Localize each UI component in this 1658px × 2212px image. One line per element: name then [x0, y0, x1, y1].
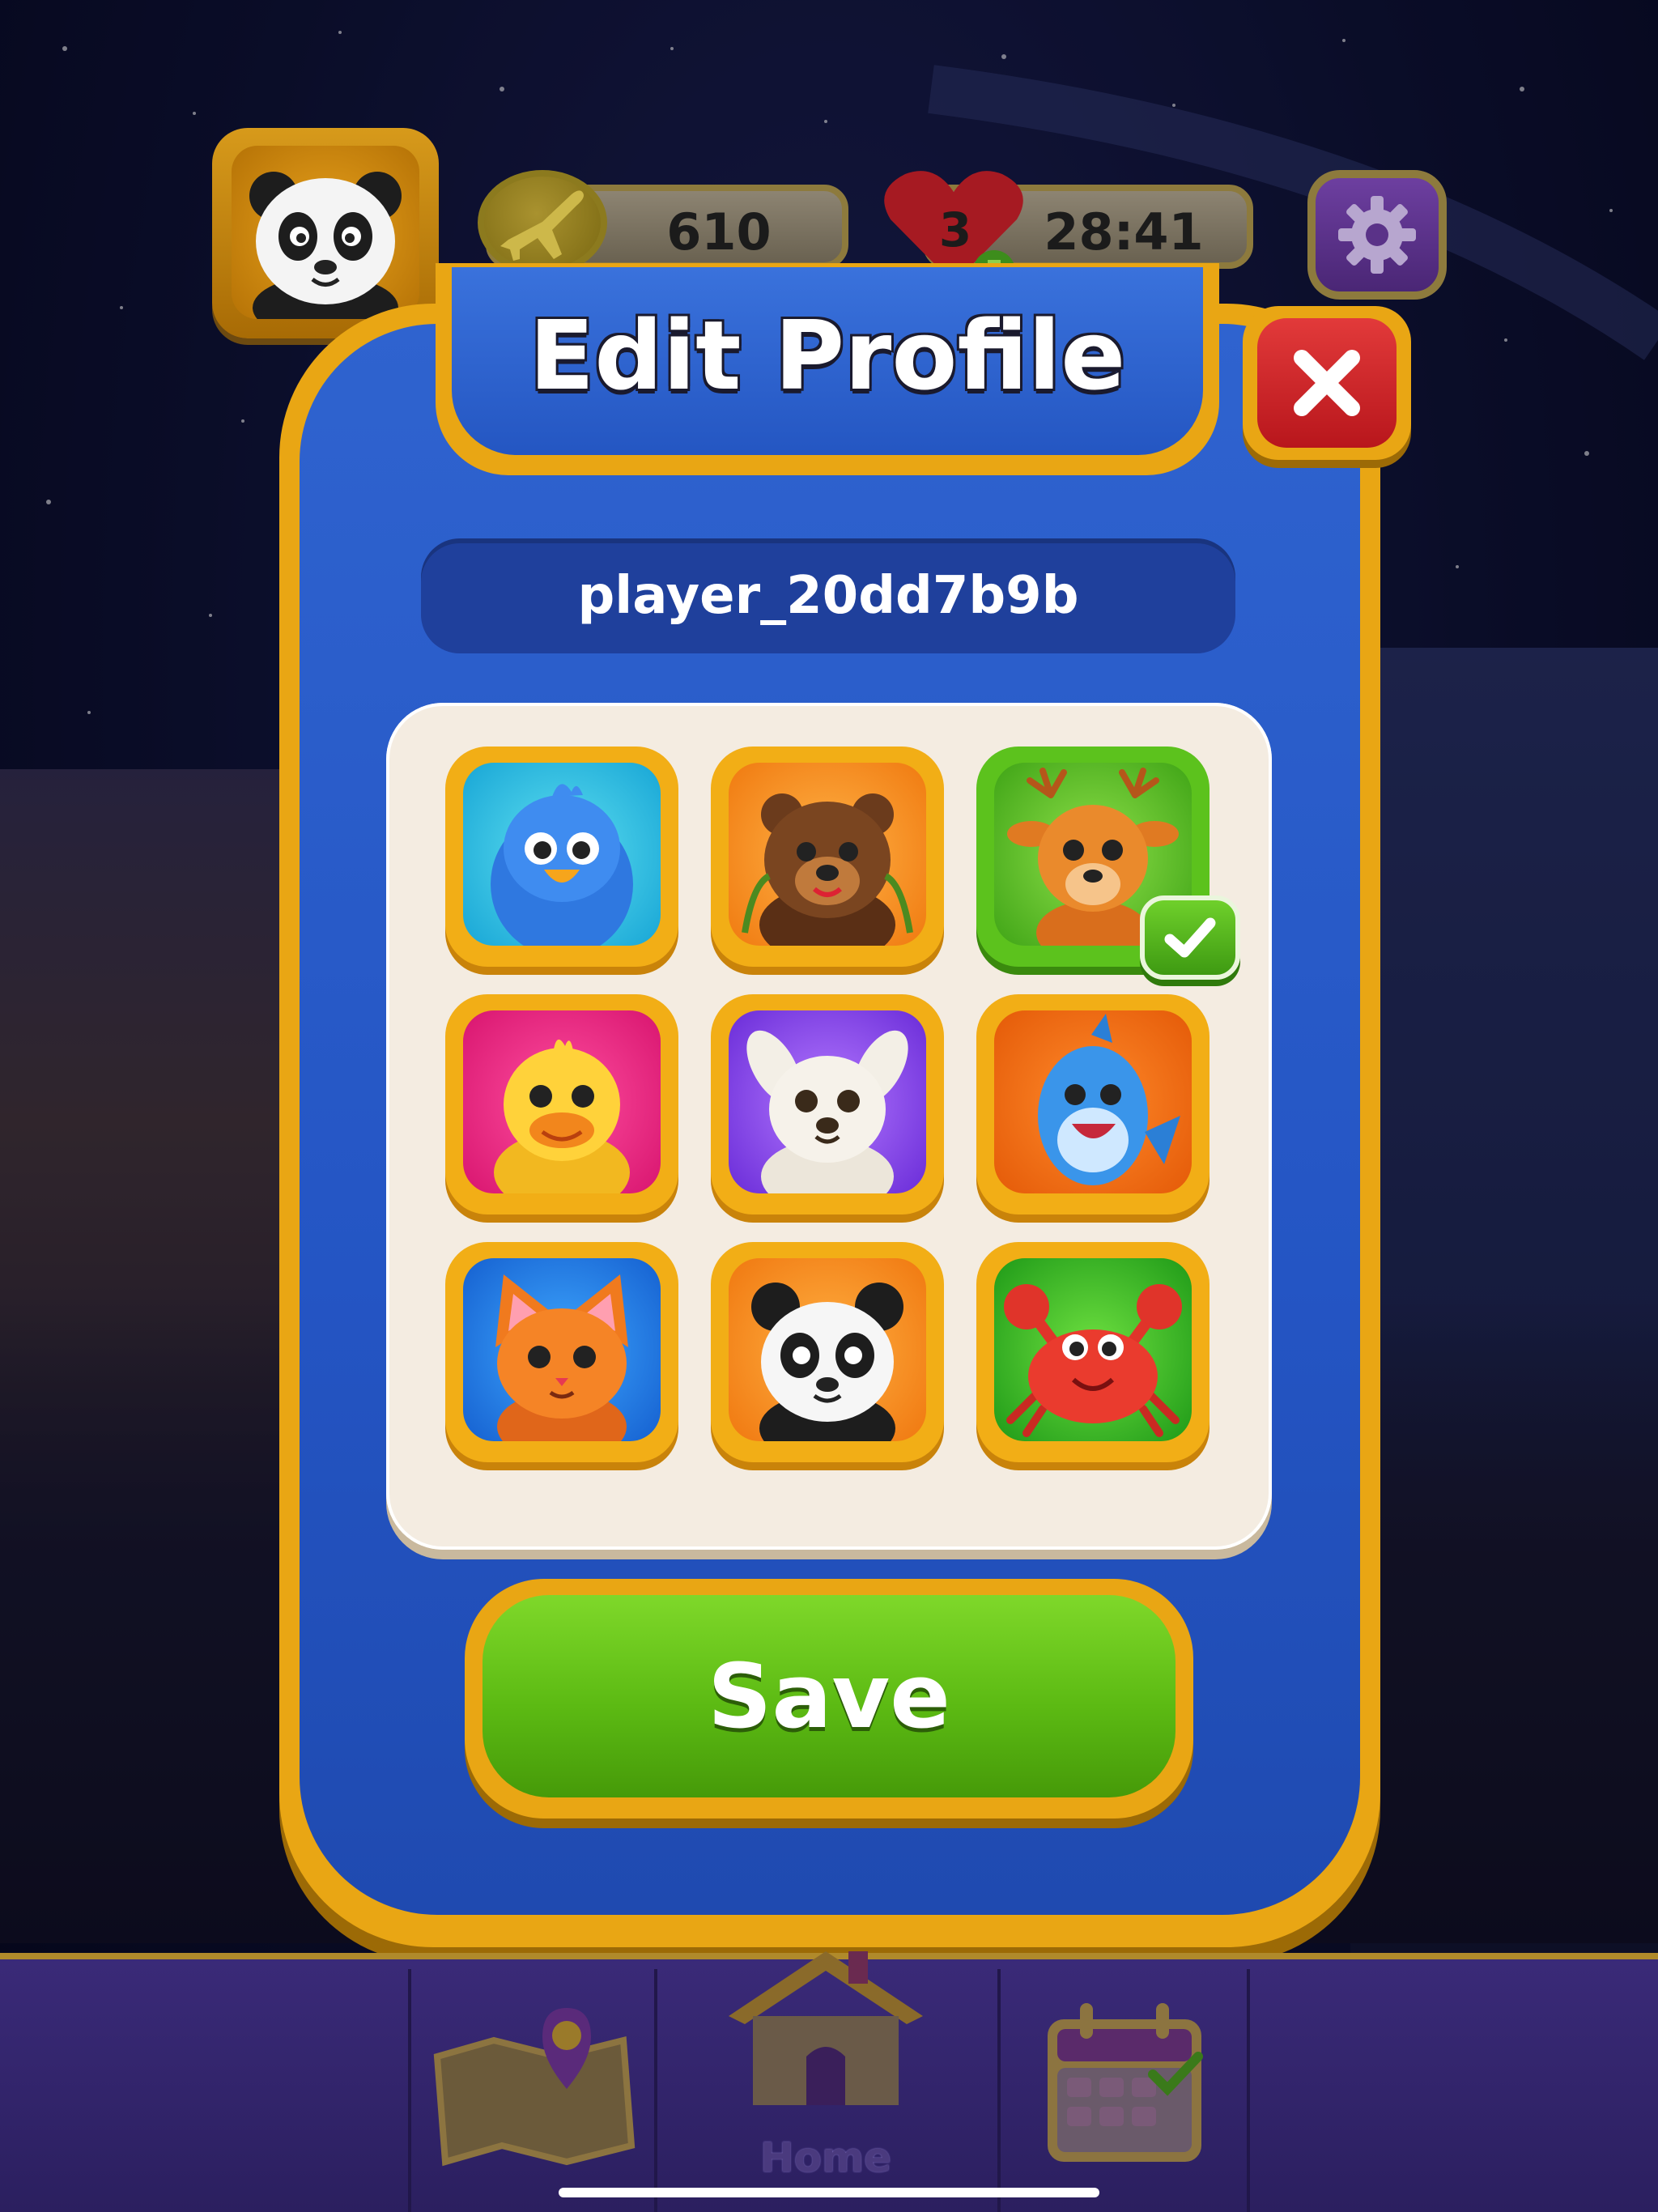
plane-coin-icon	[478, 170, 607, 275]
brown-bear-icon	[742, 793, 913, 946]
settings-button[interactable]	[1307, 170, 1447, 300]
calendar-icon	[1048, 2003, 1203, 2162]
orange-cat-icon	[495, 1274, 628, 1441]
save-button-label[interactable]: Save	[483, 1595, 1175, 1797]
home-indicator[interactable]	[559, 2188, 1099, 2197]
lives-timer-value: 28:41	[1044, 202, 1204, 262]
avatar-option-blue-bird[interactable]	[445, 747, 678, 967]
avatar-option-orange-cat[interactable]	[445, 1242, 678, 1462]
nav-item-map[interactable]	[429, 1992, 640, 2170]
map-icon	[433, 2008, 636, 2167]
selected-checkmark	[1140, 895, 1240, 980]
nav-divider	[654, 1969, 657, 2212]
nav-divider	[1247, 1969, 1250, 2212]
nav-item-home[interactable]	[712, 1943, 939, 2113]
red-crab-icon	[1004, 1284, 1182, 1437]
yellow-duck-icon	[494, 1039, 630, 1193]
avatar-option-white-bunny[interactable]	[711, 994, 944, 1214]
blue-bird-icon	[491, 784, 633, 946]
close-button-face[interactable]	[1257, 318, 1397, 448]
nav-label-home: Home	[759, 2134, 892, 2181]
modal-title: Edit Profile	[529, 300, 1126, 411]
avatar-option-yellow-duck[interactable]	[445, 994, 678, 1214]
nav-divider	[408, 1969, 411, 2212]
panda-avatar-icon	[232, 146, 419, 340]
checkmark-icon	[1164, 917, 1216, 958]
avatar-option-red-crab[interactable]	[976, 1242, 1209, 1462]
close-icon	[1294, 350, 1360, 416]
username-field[interactable]: player_20dd7b9b	[421, 538, 1235, 653]
gear-icon	[1338, 196, 1416, 274]
lives-count: 3	[938, 202, 972, 257]
coins-value: 610	[666, 202, 772, 262]
avatar-option-brown-bear[interactable]	[711, 747, 944, 967]
panda-icon	[751, 1283, 903, 1441]
white-bunny-icon	[746, 1030, 908, 1193]
avatar-option-blue-dolphin[interactable]	[976, 994, 1209, 1214]
nav-divider	[997, 1969, 1001, 2212]
home-icon	[729, 1951, 923, 2105]
avatar-option-panda[interactable]	[711, 1242, 944, 1462]
blue-dolphin-icon	[1038, 1014, 1180, 1185]
nav-item-calendar[interactable]	[1039, 2000, 1209, 2170]
